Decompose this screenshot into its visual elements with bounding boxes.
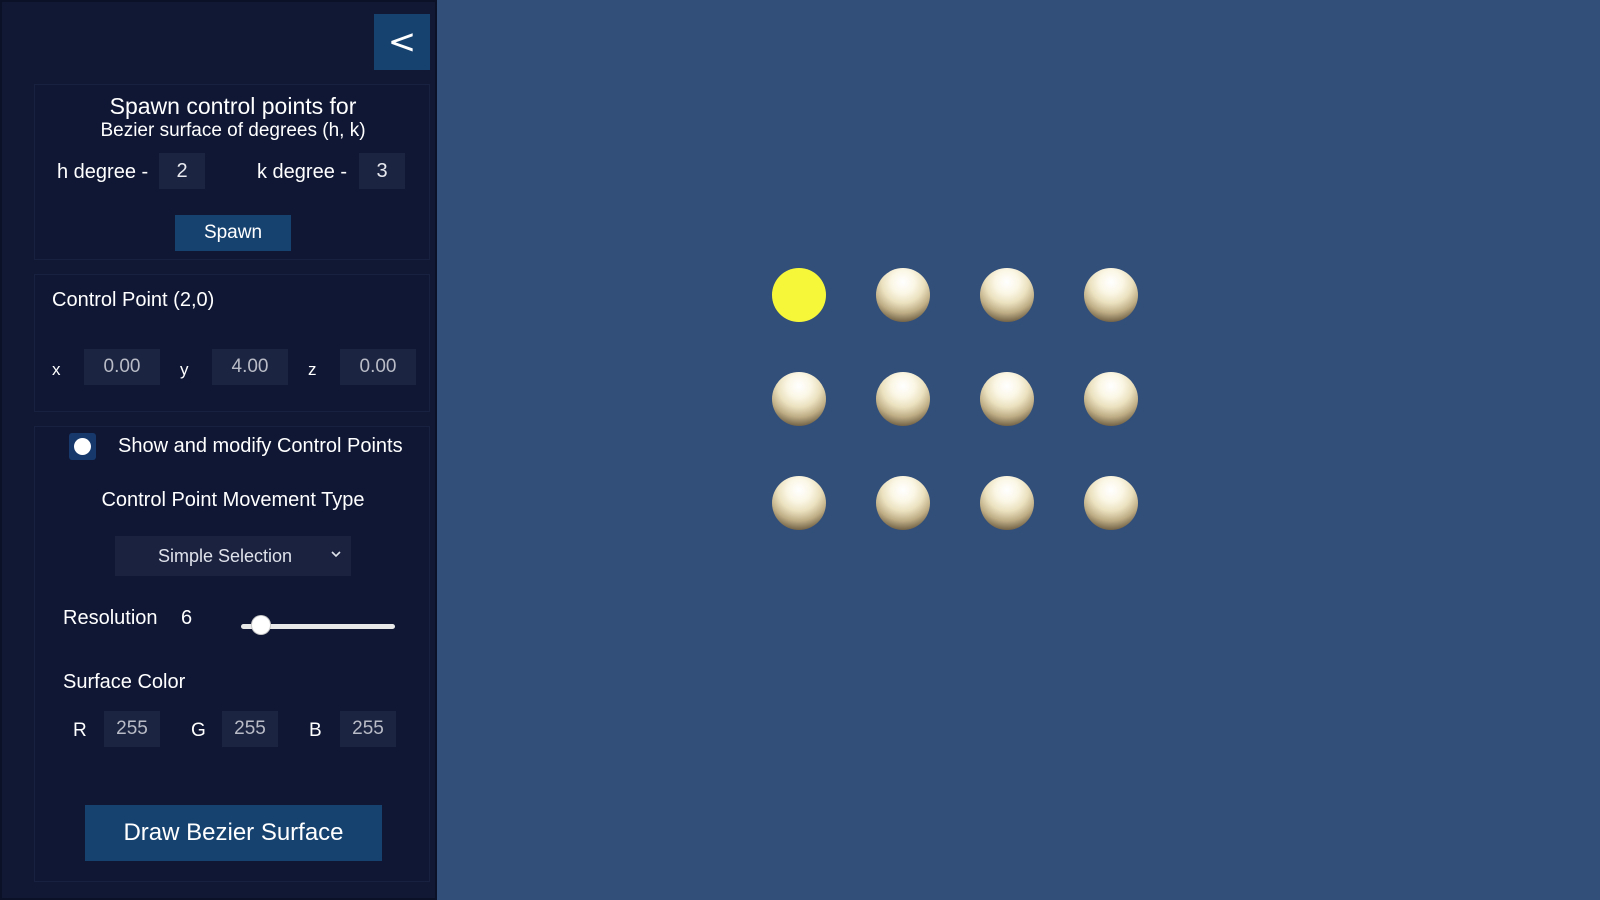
control-point-sphere[interactable]: [1084, 268, 1138, 322]
spawn-title: Spawn control points for: [109, 93, 357, 119]
g-input[interactable]: [222, 711, 278, 747]
spawn-subtitle: Bezier surface of degrees (h, k): [100, 120, 366, 141]
control-point-sphere[interactable]: [1084, 476, 1138, 530]
draw-bezier-surface-button[interactable]: Draw Bezier Surface: [85, 805, 382, 861]
collapse-panel-button[interactable]: <: [374, 14, 430, 70]
chevron-down-icon: [331, 551, 341, 558]
control-point-sphere[interactable]: [980, 372, 1034, 426]
control-point-sphere[interactable]: [980, 268, 1034, 322]
r-label: R: [73, 720, 87, 741]
control-point-sphere[interactable]: [876, 372, 930, 426]
control-point-title: Control Point (2,0): [52, 289, 215, 311]
r-input[interactable]: [104, 711, 160, 747]
movement-type-title: Control Point Movement Type: [101, 489, 365, 511]
control-point-sphere[interactable]: [772, 476, 826, 530]
scene-viewport[interactable]: [437, 0, 1600, 900]
y-label: y: [180, 360, 189, 379]
control-point-sphere[interactable]: [772, 372, 826, 426]
control-point-sphere-selected[interactable]: [772, 268, 826, 322]
toggle-dot-icon: [74, 438, 91, 455]
resolution-label: Resolution: [63, 607, 158, 629]
surface-color-title: Surface Color: [63, 671, 186, 693]
spawn-section: Spawn control points for Bezier surface …: [34, 84, 430, 260]
g-label: G: [191, 720, 206, 741]
control-point-section: Control Point (2,0) x y z: [34, 274, 430, 412]
side-panel: < Spawn control points for Bezier surfac…: [0, 0, 437, 900]
y-input[interactable]: [212, 349, 288, 385]
b-input[interactable]: [340, 711, 396, 747]
resolution-value: 6: [181, 607, 193, 629]
h-degree-input[interactable]: [159, 153, 205, 189]
control-point-sphere[interactable]: [876, 268, 930, 322]
show-control-points-toggle[interactable]: [69, 433, 96, 460]
movement-type-dropdown[interactable]: Simple Selection: [115, 536, 351, 576]
h-degree-label: h degree -: [57, 161, 149, 183]
control-point-sphere[interactable]: [980, 476, 1034, 530]
b-label: B: [309, 720, 322, 741]
spawn-button[interactable]: Spawn: [175, 215, 291, 251]
x-input[interactable]: [84, 349, 160, 385]
control-point-sphere[interactable]: [1084, 372, 1138, 426]
z-input[interactable]: [340, 349, 416, 385]
resolution-slider-handle[interactable]: [252, 616, 271, 634]
surface-settings-section: Show and modify Control Points Control P…: [34, 426, 430, 882]
z-label: z: [308, 360, 317, 379]
k-degree-label: k degree -: [257, 161, 348, 183]
movement-type-selected: Simple Selection: [157, 546, 293, 566]
x-label: x: [52, 360, 61, 379]
control-point-sphere[interactable]: [876, 476, 930, 530]
show-control-points-label: Show and modify Control Points: [118, 435, 403, 457]
k-degree-input[interactable]: [359, 153, 405, 189]
